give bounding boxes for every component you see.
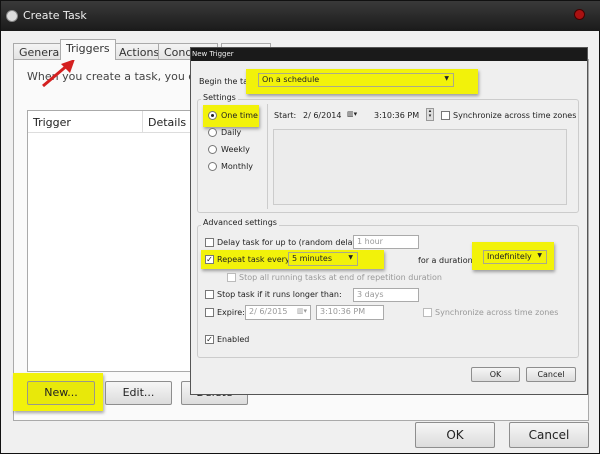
chevron-down-icon: ▼ (444, 75, 449, 82)
clock-icon (6, 10, 18, 22)
stop-task-input[interactable]: 3 days (353, 288, 419, 302)
advanced-label: Advanced settings (201, 218, 279, 227)
new-button[interactable]: New... (27, 381, 95, 405)
edit-button[interactable]: Edit... (105, 381, 172, 405)
radio-daily[interactable] (208, 128, 217, 137)
begin-task-value: On a schedule (262, 75, 320, 84)
delay-checkbox[interactable] (205, 238, 214, 247)
dialog-ok-button[interactable]: OK (471, 367, 520, 382)
chevron-down-icon: ▼ (537, 252, 542, 259)
repeat-label: Repeat task every: (217, 255, 292, 264)
expire-time-input[interactable]: 3:10:36 PM (316, 305, 384, 320)
start-label: Start: (274, 111, 297, 120)
new-trigger-dialog: New Trigger Begin the task: On a schedul… (190, 47, 588, 395)
radio-one-time[interactable] (208, 111, 217, 120)
expire-date: 2/ 6/2015 (249, 307, 288, 316)
settings-label: Settings (201, 93, 238, 102)
stop-all-checkbox[interactable] (227, 273, 236, 282)
expire-sync-label: Synchronize across time zones (435, 308, 559, 317)
dialog-title-bar: New Trigger (191, 48, 587, 61)
radio-label: One time (221, 111, 258, 120)
expire-date-input[interactable]: 2/ 6/2015 ▥▾ (245, 305, 311, 320)
radio-label: Daily (221, 128, 242, 137)
duration-dropdown[interactable]: Indefinitely ▼ (483, 250, 547, 264)
expire-sync-checkbox[interactable] (423, 308, 432, 317)
expire-label: Expire: (217, 308, 245, 317)
dialog-cancel-button[interactable]: Cancel (526, 367, 576, 382)
radio-weekly[interactable] (208, 145, 217, 154)
trigger-table: Trigger Details (27, 110, 197, 372)
close-icon[interactable] (574, 9, 585, 20)
schedule-detail-box (273, 129, 567, 205)
time-spinner[interactable]: ▴ ▾ (426, 108, 434, 121)
delay-label: Delay task for up to (random delay): (217, 238, 364, 247)
red-arrow-annotation (42, 59, 75, 88)
cancel-button[interactable]: Cancel (509, 422, 589, 448)
radio-label: Monthly (221, 162, 254, 171)
sync-label: Synchronize across time zones (453, 111, 577, 120)
repeat-dropdown[interactable]: 5 minutes ▼ (288, 252, 358, 266)
stop-all-label: Stop all running tasks at end of repetit… (239, 273, 442, 282)
duration-value: Indefinitely (487, 252, 532, 261)
start-time[interactable]: 3:10:36 PM (374, 111, 419, 120)
dialog-title: New Trigger (192, 50, 234, 58)
chevron-down-icon: ▼ (348, 254, 353, 261)
enabled-label: Enabled (217, 335, 250, 344)
delay-input[interactable]: 1 hour (353, 235, 419, 249)
sync-checkbox[interactable] (441, 111, 450, 120)
stop-task-checkbox[interactable] (205, 290, 214, 299)
begin-task-dropdown[interactable]: On a schedule ▼ (258, 73, 454, 87)
radio-monthly[interactable] (208, 162, 217, 171)
column-trigger[interactable]: Trigger (33, 116, 71, 129)
stop-task-label: Stop task if it runs longer than: (217, 290, 342, 299)
enabled-checkbox[interactable]: ✓ (205, 335, 214, 344)
start-date[interactable]: 2/ 6/2014 (303, 111, 341, 120)
repeat-checkbox[interactable]: ✓ (205, 255, 214, 264)
window-title: Create Task (23, 9, 87, 22)
radio-label: Weekly (221, 145, 250, 154)
tab-triggers[interactable]: Triggers (60, 39, 116, 60)
title-bar: Create Task (1, 1, 600, 31)
calendar-icon: ▥▾ (296, 307, 307, 315)
ok-button[interactable]: OK (415, 422, 495, 448)
expire-checkbox[interactable] (205, 308, 214, 317)
calendar-icon[interactable]: ▥▾ (347, 110, 357, 118)
column-details[interactable]: Details (148, 116, 186, 129)
repeat-value: 5 minutes (292, 254, 333, 263)
